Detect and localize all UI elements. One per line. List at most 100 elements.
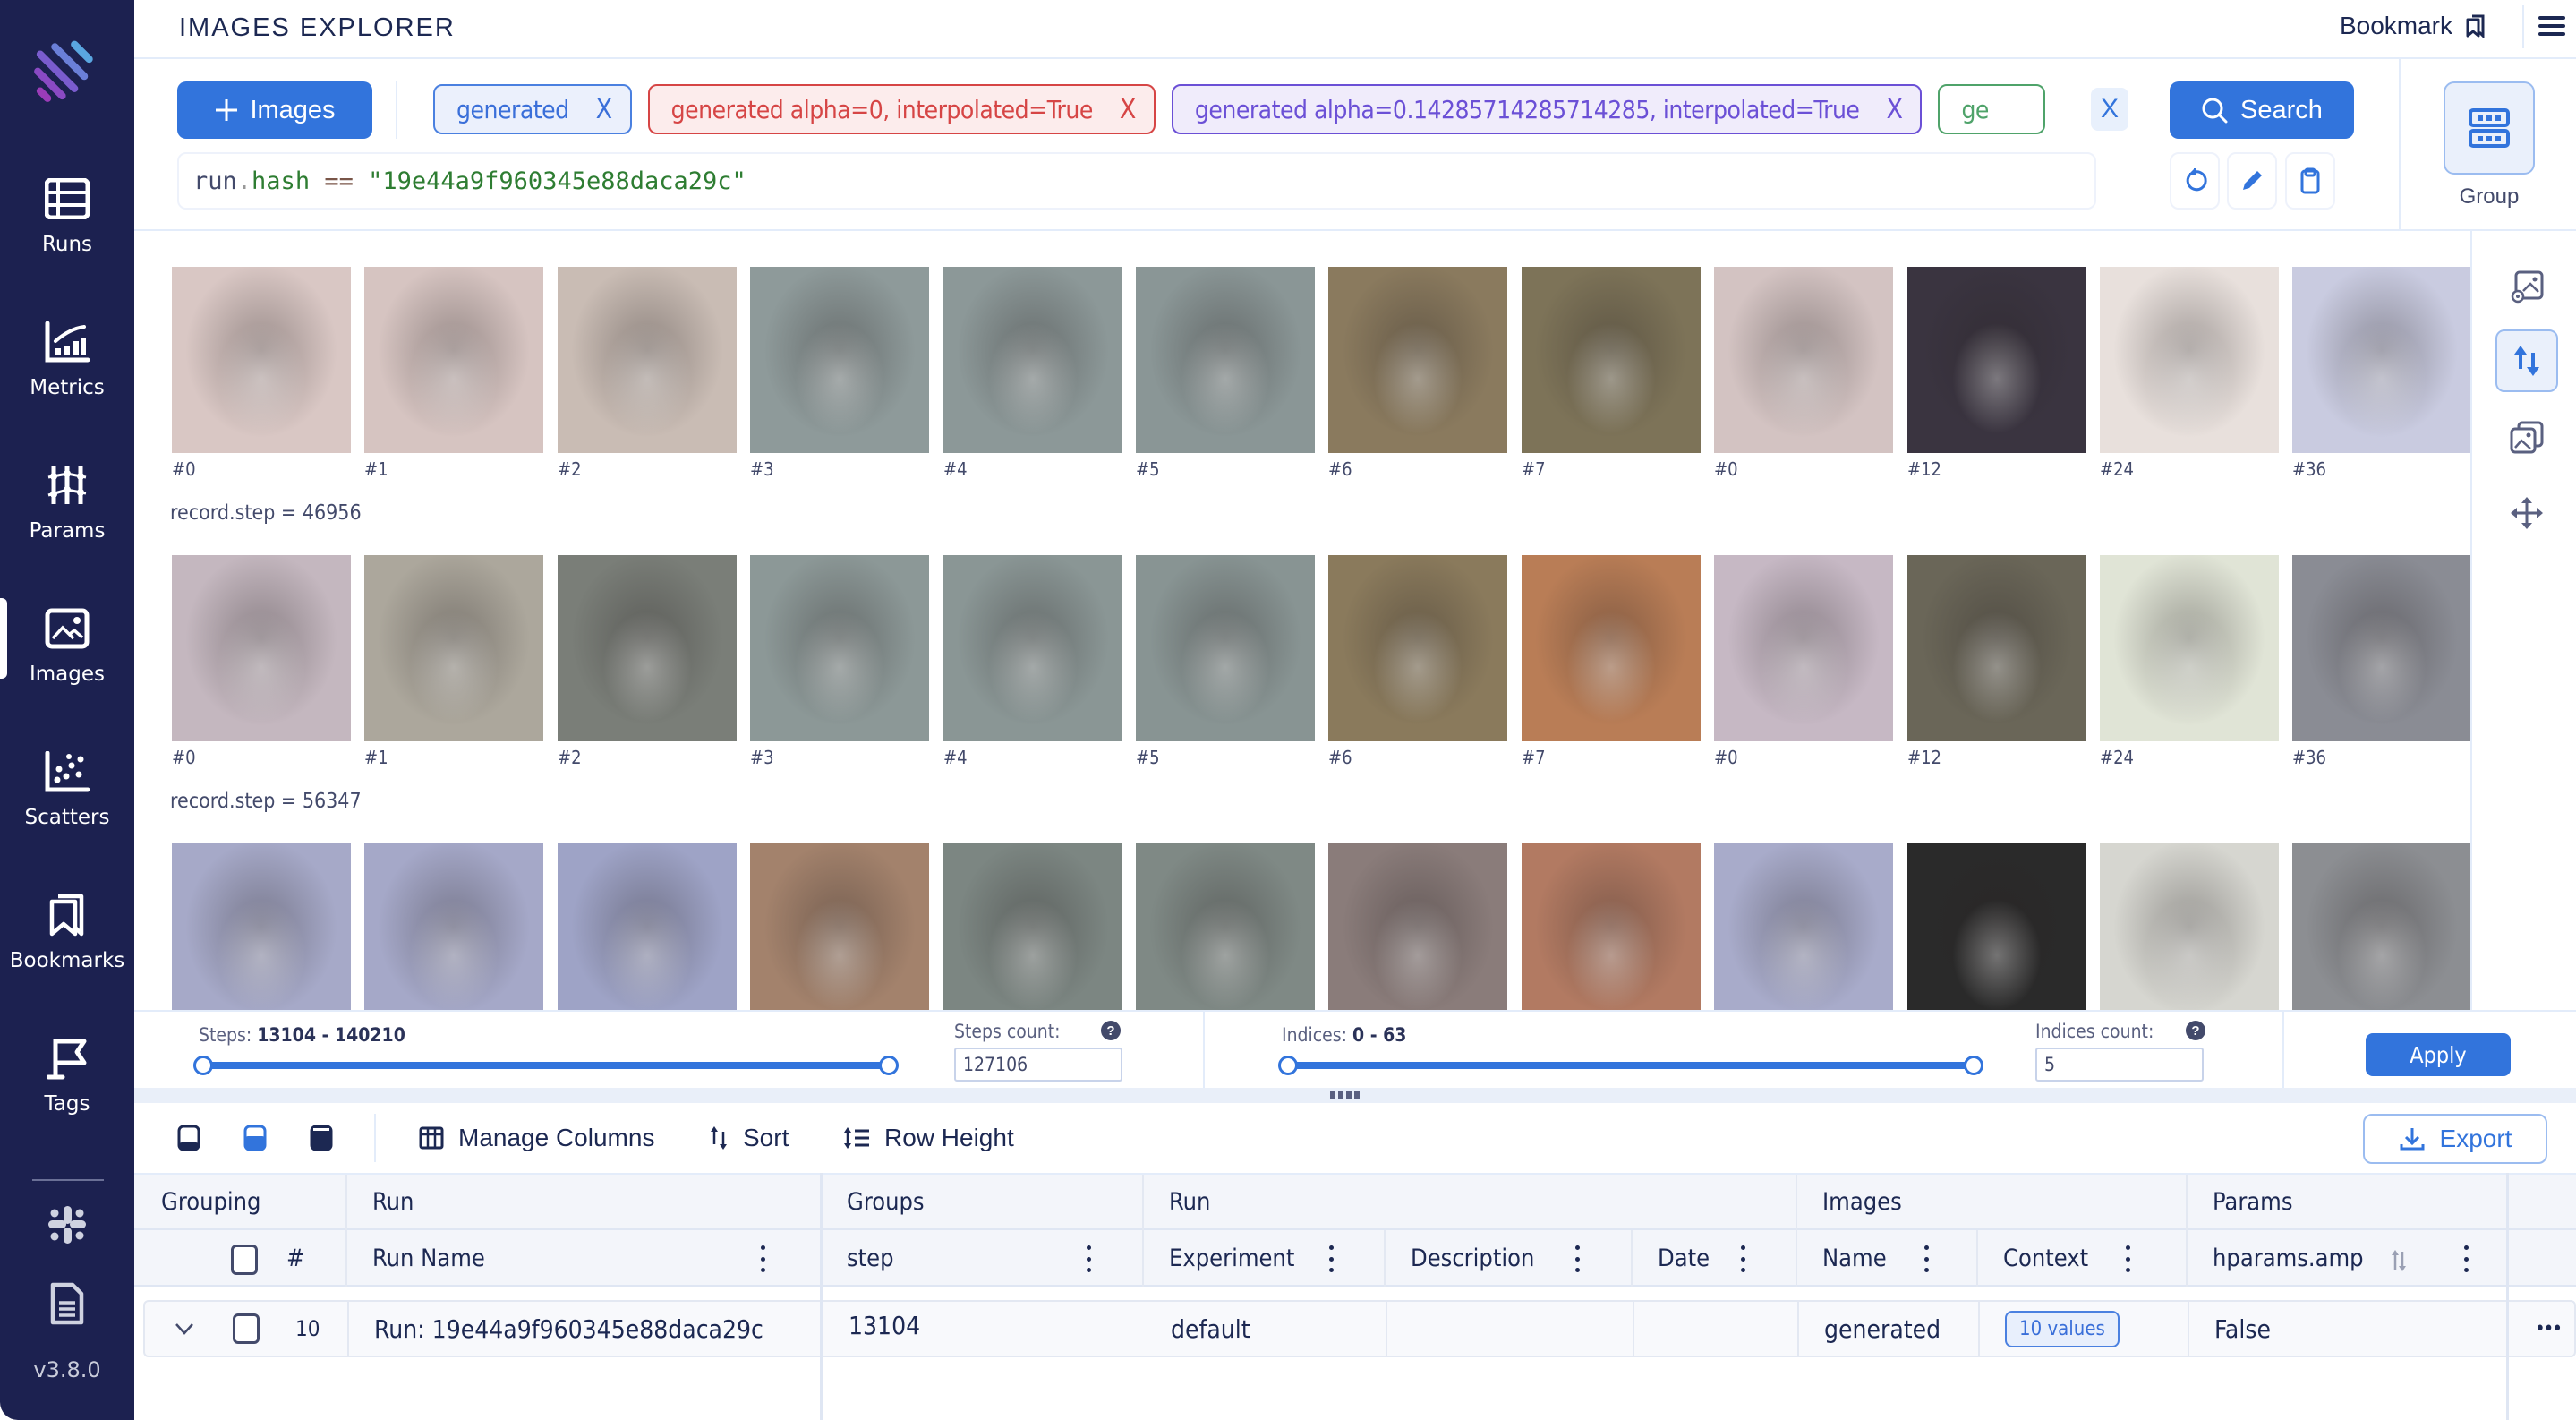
cat-image[interactable]	[2100, 843, 2279, 1010]
cat-image[interactable]	[1714, 843, 1893, 1010]
column-header-description[interactable]: Description	[1384, 1230, 1534, 1287]
column-header-name[interactable]: Name	[1796, 1230, 1887, 1287]
sidebar-item-runs[interactable]: Runs	[0, 157, 134, 273]
column-header-hparams-amp[interactable]: hparams.amp	[2186, 1230, 2364, 1287]
image-chip[interactable]: generated alpha=0, interpolated=True X	[647, 84, 1156, 134]
column-menu-icon[interactable]	[2126, 1245, 2131, 1272]
cat-image[interactable]	[558, 267, 737, 453]
cat-image[interactable]	[364, 843, 543, 1010]
table-view-half-button[interactable]	[243, 1103, 267, 1173]
sort-button[interactable]: Sort	[709, 1103, 789, 1173]
sidebar-item-scatters[interactable]: Scatters	[0, 730, 134, 846]
row-checkbox[interactable]	[233, 1313, 260, 1344]
cat-image[interactable]	[2292, 555, 2470, 741]
cat-image[interactable]	[558, 843, 737, 1010]
indices-count-help-icon[interactable]: ?	[2186, 1021, 2205, 1040]
cat-image[interactable]	[2100, 555, 2279, 741]
cat-image[interactable]	[1328, 555, 1507, 741]
manage-columns-button[interactable]: Manage Columns	[419, 1103, 654, 1173]
table-view-full-button[interactable]	[310, 1103, 333, 1173]
sidebar-item-images[interactable]: Images	[0, 586, 134, 703]
cat-image[interactable]	[172, 843, 351, 1010]
cat-image[interactable]	[750, 267, 929, 453]
steps-slider-min-handle[interactable]	[193, 1056, 213, 1075]
column-header-run-name[interactable]: Run Name	[345, 1230, 485, 1287]
cat-image[interactable]	[2100, 267, 2279, 453]
cat-image[interactable]	[750, 555, 929, 741]
query-input[interactable]: run. hash == "19e44a9f960345e88daca29c"	[177, 152, 2096, 210]
chip-remove-icon[interactable]: X	[1120, 94, 1137, 125]
cat-image[interactable]	[2292, 267, 2470, 453]
cat-image[interactable]	[1328, 843, 1507, 1010]
cat-image[interactable]	[1522, 267, 1701, 453]
cat-image[interactable]	[1136, 267, 1315, 453]
cat-image[interactable]	[364, 555, 543, 741]
sort-toggle-icon[interactable]	[2390, 1248, 2408, 1273]
indices-slider[interactable]	[1278, 1056, 1983, 1075]
add-images-button[interactable]: Images	[177, 81, 372, 139]
column-menu-icon[interactable]	[1924, 1245, 1930, 1272]
column-header-experiment[interactable]: Experiment	[1142, 1230, 1294, 1287]
bookmark-button[interactable]: Bookmark	[2340, 12, 2486, 40]
cat-image[interactable]	[943, 267, 1122, 453]
row-run-name[interactable]: Run: 19e44a9f960345e88daca29c	[374, 1302, 763, 1356]
cat-image[interactable]	[1136, 843, 1315, 1010]
table-row[interactable]: 10 Run: 19e44a9f960345e88daca29c 13104 d…	[143, 1300, 2576, 1357]
select-all-checkbox[interactable]	[231, 1245, 258, 1275]
sidebar-item-tags[interactable]: Tags	[0, 1016, 134, 1133]
cat-image[interactable]	[750, 843, 929, 1010]
cat-image[interactable]	[1714, 267, 1893, 453]
image-chip[interactable]: ge	[1938, 84, 2046, 134]
image-stack-button[interactable]	[2495, 406, 2558, 469]
edit-query-button[interactable]	[2227, 152, 2277, 210]
indices-slider-min-handle[interactable]	[1278, 1056, 1298, 1075]
image-chip[interactable]: generated alpha=0.14285714285714285, int…	[1171, 84, 1923, 134]
cat-image[interactable]	[1328, 267, 1507, 453]
table-view-collapsed-button[interactable]	[177, 1103, 200, 1173]
image-settings-button[interactable]	[2495, 256, 2558, 319]
cat-image[interactable]	[1522, 555, 1701, 741]
cat-image[interactable]	[1907, 267, 2086, 453]
sidebar-item-bookmarks[interactable]: Bookmarks	[0, 873, 134, 989]
cat-image[interactable]	[943, 843, 1122, 1010]
clear-chips-button[interactable]: X	[2091, 88, 2128, 131]
column-menu-icon[interactable]	[1741, 1245, 1746, 1272]
chip-remove-icon[interactable]: X	[596, 94, 613, 125]
column-menu-icon[interactable]	[1575, 1245, 1581, 1272]
sidebar-item-params[interactable]: Params	[0, 443, 134, 560]
cat-image[interactable]	[364, 267, 543, 453]
chip-remove-icon[interactable]: X	[1886, 94, 1903, 125]
reset-query-button[interactable]	[2170, 152, 2220, 210]
apply-button[interactable]: Apply	[2366, 1033, 2511, 1076]
panel-resize-handle[interactable]	[134, 1088, 2576, 1103]
cat-image[interactable]	[558, 555, 737, 741]
column-menu-icon[interactable]	[1329, 1245, 1335, 1272]
steps-count-help-icon[interactable]: ?	[1101, 1021, 1121, 1040]
cat-image[interactable]	[2292, 843, 2470, 1010]
move-button[interactable]	[2495, 482, 2558, 544]
aim-logo[interactable]	[30, 32, 104, 106]
column-header-context[interactable]: Context	[1976, 1230, 2088, 1287]
slack-icon[interactable]	[42, 1200, 92, 1250]
images-panel[interactable]: record.step = 46956 record.step = 56347 …	[134, 231, 2470, 1010]
indices-count-input[interactable]: 5	[2035, 1048, 2204, 1082]
row-actions-icon[interactable]: •••	[2535, 1302, 2563, 1356]
column-menu-icon[interactable]	[2464, 1245, 2469, 1272]
column-menu-icon[interactable]	[1087, 1245, 1092, 1272]
cat-image[interactable]	[1907, 843, 2086, 1010]
cat-image[interactable]	[1714, 555, 1893, 741]
cat-image[interactable]	[1522, 843, 1701, 1010]
menu-icon[interactable]	[2538, 16, 2565, 41]
column-header-date[interactable]: Date	[1631, 1230, 1710, 1287]
cat-image[interactable]	[172, 555, 351, 741]
search-button[interactable]: Search	[2170, 81, 2354, 139]
chevron-down-icon[interactable]	[174, 1320, 195, 1338]
image-chip[interactable]: generated X	[433, 84, 632, 134]
cat-image[interactable]	[1907, 555, 2086, 741]
indices-slider-max-handle[interactable]	[1964, 1056, 1983, 1075]
sort-images-button[interactable]	[2495, 329, 2558, 392]
sidebar-item-metrics[interactable]: Metrics	[0, 300, 134, 416]
row-height-button[interactable]: Row Height	[843, 1103, 1014, 1173]
group-button[interactable]	[2444, 81, 2535, 175]
copy-query-button[interactable]	[2285, 152, 2335, 210]
